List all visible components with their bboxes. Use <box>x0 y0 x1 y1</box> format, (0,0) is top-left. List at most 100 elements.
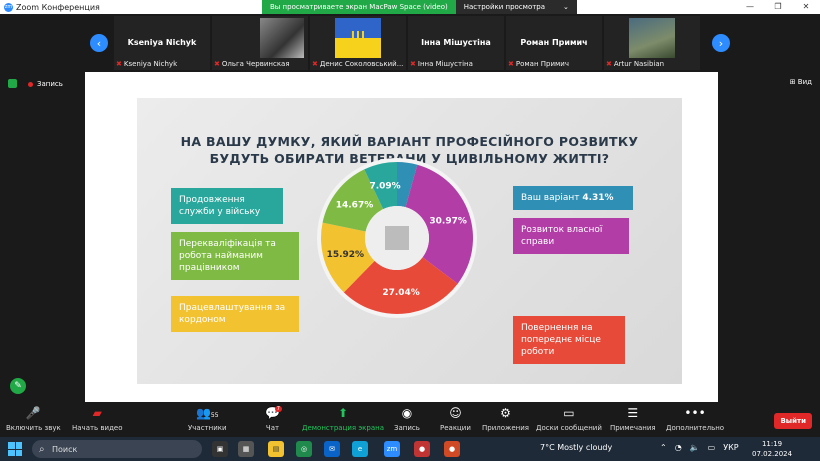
participant-tile[interactable]: ψ ✖ Денис Соколовський... <box>310 16 406 70</box>
system-tray: ⌃ ◔ 🔈 ▭ УКР <box>660 443 739 452</box>
chat-button[interactable]: 💬 7 Чат <box>265 406 282 432</box>
unmute-button[interactable]: 🎤 Включить звук <box>6 406 61 432</box>
participant-caption-text: Інна Мішустіна <box>417 60 473 68</box>
participant-tile[interactable]: ✖ Ольга Червинская <box>212 16 308 70</box>
smiley-icon: ☺ <box>449 406 462 420</box>
taskbar-search[interactable]: Поиск <box>32 440 202 458</box>
mic-muted-icon: ✖ <box>410 60 416 68</box>
notes-button[interactable]: ☰ Примечания <box>610 406 656 432</box>
minimize-button[interactable]: — <box>736 0 764 14</box>
windows-taskbar: Поиск ▣ ▦ ▤ ◎ ✉ e zm ● ● 7°C Mostly clou… <box>0 437 820 461</box>
recording-label: Запись <box>37 80 63 88</box>
chevron-down-icon: ⌄ <box>563 3 569 11</box>
clock-date: 07.02.2024 <box>752 450 793 458</box>
security-shield-icon[interactable] <box>8 79 17 88</box>
start-video-label: Начать видео <box>72 424 123 432</box>
clock-time: 11:19 <box>761 440 783 448</box>
widgets-icon[interactable]: ▦ <box>238 441 254 457</box>
file-explorer-icon[interactable]: ▤ <box>268 441 284 457</box>
participant-name: Kseniya Nichyk <box>127 38 197 47</box>
share-screen-label: Демонстрация экрана <box>302 424 384 432</box>
share-status-message: Вы просматриваете экран MacPaw Space (vi… <box>262 0 456 14</box>
wifi-icon[interactable]: ◔ <box>675 443 682 452</box>
participant-name: Роман Примич <box>520 38 588 47</box>
app-icon[interactable]: ● <box>414 441 430 457</box>
label-requalification: Перекваліфікація та робота найманим прац… <box>171 232 299 280</box>
participant-tile[interactable]: Роман Примич ✖ Роман Примич <box>506 16 602 70</box>
participant-caption: ✖ Інна Мішустіна <box>410 60 473 68</box>
share-screen-icon: ⬆ <box>337 406 349 420</box>
apps-label: Приложения <box>482 424 529 432</box>
screen-share-banner: Вы просматриваете экран MacPaw Space (vi… <box>262 0 577 14</box>
leave-button[interactable]: Выйти <box>774 413 812 429</box>
weather-widget[interactable]: 7°C Mostly cloudy <box>540 443 612 452</box>
chevron-up-icon[interactable]: ⌃ <box>660 443 667 452</box>
donut-chart: 30.97% 27.04% 15.92% 14.67% 7.09% <box>317 158 477 318</box>
label-service: Продовження служби у війську <box>171 188 283 224</box>
participant-caption: ✖ Kseniya Nichyk <box>116 60 177 68</box>
chat-label: Чат <box>265 424 280 432</box>
participants-button[interactable]: 👥55 Участники <box>188 406 227 432</box>
participant-caption-text: Денис Соколовський... <box>319 60 404 68</box>
restore-button[interactable]: ❐ <box>764 0 792 14</box>
apps-button[interactable]: ⚙ Приложения <box>482 406 529 432</box>
whiteboard-icon: ▭ <box>563 406 575 420</box>
meeting-toolbar: 🎤 Включить звук ▰ Начать видео 👥55 Участник… <box>0 404 820 437</box>
more-button[interactable]: ••• Дополнительно <box>666 406 724 432</box>
slice-data-label: 15.92% <box>327 250 365 260</box>
chevron-left-icon[interactable]: ‹ <box>90 34 108 52</box>
battery-icon[interactable]: ▭ <box>708 443 716 452</box>
own-variant-value: 4.31% <box>582 193 614 203</box>
participant-caption: ✖ Artur Nasibian <box>606 60 664 68</box>
window-controls: — ❐ ✕ <box>736 0 820 14</box>
reactions-button[interactable]: ☺ Реакции <box>440 406 471 432</box>
mic-muted-icon: ✖ <box>214 60 220 68</box>
annotate-pencil-icon[interactable]: ✎ <box>10 378 26 394</box>
task-view-icon[interactable]: ▣ <box>212 441 228 457</box>
windows-start-icon[interactable] <box>8 442 22 456</box>
participant-caption-text: Artur Nasibian <box>613 60 665 68</box>
record-dot-icon <box>28 81 33 87</box>
language-indicator[interactable]: УКР <box>723 443 738 452</box>
volume-icon[interactable]: 🔈 <box>690 443 700 452</box>
start-video-button[interactable]: ▰ Начать видео <box>72 406 123 432</box>
participant-tile[interactable]: Інна Мішустіна ✖ Інна Мішустіна <box>408 16 504 70</box>
participant-name: Інна Мішустіна <box>421 38 491 47</box>
participant-caption: ✖ Роман Примич <box>508 60 569 68</box>
mail-icon[interactable]: ✉ <box>324 441 340 457</box>
mic-muted-icon: ✖ <box>606 60 612 68</box>
people-icon: 👥55 <box>195 406 219 420</box>
close-window-button[interactable]: ✕ <box>792 0 820 14</box>
zoom-taskbar-icon[interactable]: zm <box>384 441 400 457</box>
more-label: Дополнительно <box>666 424 725 432</box>
whiteboard-label: Доски сообщений <box>536 424 602 432</box>
chevron-right-icon[interactable]: › <box>712 34 730 52</box>
apps-icon: ⚙ <box>500 406 511 420</box>
view-options-label: Настройки просмотра <box>463 3 546 11</box>
mic-muted-icon: ✖ <box>116 60 122 68</box>
recording-indicator[interactable]: Запись <box>28 80 63 88</box>
notes-icon: ☰ <box>627 406 639 420</box>
view-button[interactable]: ⊞ Вид <box>790 78 812 86</box>
edge-icon[interactable]: e <box>352 441 368 457</box>
zoom-logo-icon: zm <box>4 2 13 12</box>
whiteboard-button[interactable]: ▭ Доски сообщений <box>536 406 602 432</box>
participant-caption-text: Роман Примич <box>515 60 569 68</box>
mic-muted-icon: ✖ <box>508 60 514 68</box>
view-options-button[interactable]: Настройки просмотра ⌄ <box>455 0 577 14</box>
own-variant-text: Ваш варіант <box>521 193 583 203</box>
participant-tile[interactable]: Kseniya Nichyk ✖ Kseniya Nichyk <box>114 16 210 70</box>
trident-icon: ψ <box>350 24 366 49</box>
participant-photo: ψ <box>335 18 381 58</box>
taskbar-clock[interactable]: 11:19 07.02.2024 <box>752 439 792 459</box>
participant-tile[interactable]: ✖ Artur Nasibian <box>604 16 700 70</box>
mic-off-icon: 🎤 <box>25 406 41 420</box>
left-panel <box>0 72 84 402</box>
more-icon: ••• <box>684 406 706 420</box>
record-button[interactable]: ◉ Запись <box>394 406 420 432</box>
label-abroad: Працевлаштування за кордоном <box>171 296 299 332</box>
app-icon-2[interactable]: ● <box>444 441 460 457</box>
chat-badge: 7 <box>274 406 282 412</box>
share-screen-button[interactable]: ⬆ Демонстрация экрана <box>302 406 384 432</box>
chrome-icon[interactable]: ◎ <box>296 441 312 457</box>
